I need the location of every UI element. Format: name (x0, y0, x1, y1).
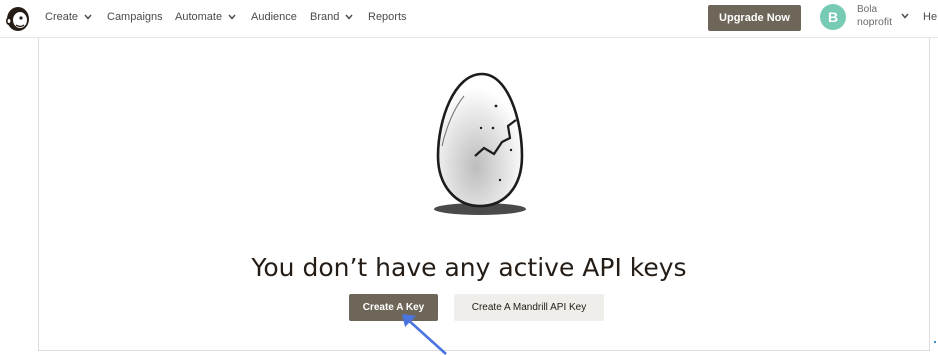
nav-audience-label: Audience (251, 11, 297, 23)
avatar[interactable]: B (820, 4, 846, 30)
nav-campaigns-label: Campaigns (107, 11, 163, 23)
nav-audience[interactable]: Audience (251, 11, 297, 23)
nav-automate[interactable]: Automate (175, 11, 236, 23)
nav-create[interactable]: Create (45, 11, 92, 23)
nav-campaigns[interactable]: Campaigns (107, 11, 163, 23)
help-link[interactable]: He (923, 11, 937, 23)
cracked-egg-illustration (434, 72, 526, 215)
annotation-arrow-icon (402, 314, 447, 355)
empty-state-title: You don’t have any active API keys (251, 253, 687, 282)
nav-brand[interactable]: Brand (310, 11, 353, 23)
nav-brand-label: Brand (310, 11, 340, 23)
chevron-down-icon (345, 14, 353, 20)
nav-reports-label: Reports (368, 11, 407, 23)
nav-create-label: Create (45, 11, 79, 23)
top-nav: Create Campaigns Automate Audience Brand… (0, 0, 938, 38)
account-org[interactable]: noprofit (857, 16, 892, 29)
chevron-down-icon (228, 14, 236, 20)
account-name[interactable]: Bola (857, 4, 877, 16)
nav-reports[interactable]: Reports (368, 11, 407, 23)
create-mandrill-key-button[interactable]: Create A Mandrill API Key (454, 294, 604, 321)
corner-dot (934, 341, 936, 343)
mailchimp-logo-icon[interactable] (4, 4, 32, 34)
upgrade-now-button[interactable]: Upgrade Now (708, 5, 801, 31)
chevron-down-icon (84, 14, 92, 20)
nav-automate-label: Automate (175, 11, 223, 23)
chevron-down-icon[interactable] (901, 13, 909, 19)
